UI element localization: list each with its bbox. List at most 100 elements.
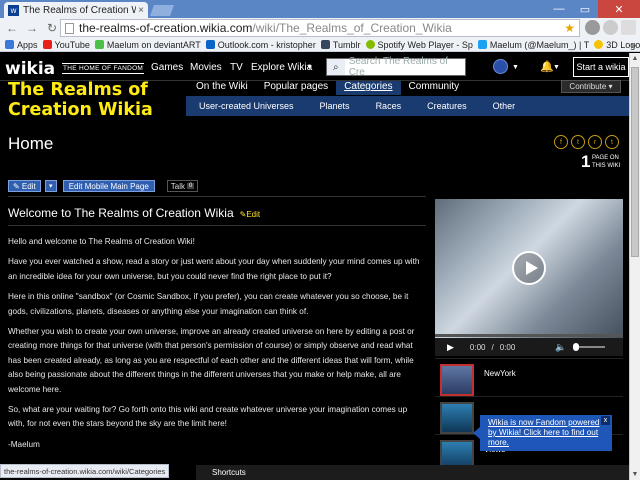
bookmark-youtube[interactable]: YouTube — [42, 40, 90, 50]
wiki-search[interactable]: ⌕ Search The Realms of Cre — [326, 56, 466, 78]
browser-tab[interactable]: w The Realms of Creation Wiki × — [4, 2, 148, 18]
page-scrollbar[interactable]: ▲ ▼ — [629, 53, 640, 480]
bookmark-star-icon[interactable]: ★ — [564, 21, 575, 35]
play-button-icon[interactable]: ▶ — [447, 342, 454, 353]
shortcuts-toolbar[interactable]: Shortcuts — [196, 465, 629, 480]
edit-mobile-main-page-button[interactable]: Edit Mobile Main Page — [62, 180, 155, 192]
back-icon[interactable]: ← — [4, 20, 20, 36]
scroll-down-icon[interactable]: ▼ — [630, 469, 640, 480]
paragraph: Whether you wish to create your own univ… — [8, 327, 415, 394]
notification-pointer — [473, 427, 480, 439]
edit-button[interactable]: ✎ Edit — [8, 180, 41, 192]
edit-dropdown-button[interactable]: ▾ — [44, 180, 57, 192]
status-bar: the-realms-of-creation.wikia.com/wiki/Ca… — [0, 464, 170, 478]
subnav-user-created-universes[interactable]: User-created Universes — [186, 101, 307, 111]
avatar[interactable] — [493, 59, 508, 74]
extension-icon[interactable] — [585, 20, 600, 35]
article-content: Welcome to The Realms of Creation Wikia … — [8, 206, 426, 458]
address-bar[interactable]: the-realms-of-creation.wikia.com/wiki/Th… — [60, 19, 580, 37]
tab-title: The Realms of Creation Wiki — [23, 4, 137, 16]
twitter-icon[interactable]: t — [571, 135, 585, 149]
page-actions: ✎ Edit ▾ Edit Mobile Main Page Talk 0 — [8, 180, 199, 192]
nav-movies[interactable]: Movies — [190, 62, 222, 73]
spotify-icon — [365, 40, 375, 49]
video-current-time: 0:00 — [469, 342, 486, 352]
playlist-item[interactable]: NewYork — [435, 358, 623, 396]
search-input[interactable]: Search The Realms of Cre — [349, 56, 465, 78]
paragraph: Here in this online "sandbox" (or Cosmic… — [8, 292, 409, 316]
bookmark-tumblr[interactable]: Tumblr — [320, 40, 361, 50]
playlist-title[interactable]: NewYork — [484, 369, 516, 378]
facebook-icon[interactable]: f — [554, 135, 568, 149]
talk-count-badge: 0 — [187, 183, 195, 189]
social-share: f t r t — [554, 135, 619, 149]
section-edit-link[interactable]: ✎Edit — [240, 210, 261, 219]
subnav-other[interactable]: Other — [480, 101, 529, 111]
fandom-notification[interactable]: Wikia is now Fandom powered by Wikia! Cl… — [473, 415, 612, 451]
nav-tv[interactable]: TV — [230, 62, 243, 73]
menu-icon[interactable] — [621, 20, 636, 35]
scrollbar-thumb[interactable] — [631, 67, 639, 257]
tab-community[interactable]: Community — [401, 81, 468, 95]
nav-explore-wikia[interactable]: Explore Wikia — [251, 62, 312, 73]
page-count-number: 1 — [581, 152, 591, 171]
forward-icon[interactable]: → — [24, 20, 40, 36]
paragraph: Have you ever watched a show, read a sto… — [8, 257, 420, 281]
video-controls: ▶ 0:00 / 0:00 🔈 — [435, 338, 623, 356]
wikia-logo-tagline: THE HOME OF FANDOM — [62, 63, 145, 74]
nav-games[interactable]: Games — [151, 62, 183, 73]
play-icon[interactable] — [512, 251, 546, 285]
contribute-button[interactable]: Contribute ▾ — [561, 80, 621, 93]
new-tab-button[interactable] — [149, 5, 175, 16]
youtube-icon — [42, 40, 52, 49]
video-player[interactable] — [435, 199, 623, 339]
wiki-name-line1: The Realms of — [8, 80, 148, 100]
search-icon[interactable]: ⌕ — [327, 59, 345, 75]
smiley-icon — [594, 40, 604, 49]
minimize-button[interactable]: — — [546, 0, 572, 18]
maximize-button[interactable]: ▭ — [572, 0, 598, 18]
wikia-logo[interactable]: wikia — [5, 59, 55, 79]
bookmark-spotify[interactable]: Spotify Web Player - Sp — [365, 40, 473, 50]
bookmark-twitter[interactable]: Maelum (@Maelum_) | T — [477, 40, 589, 50]
playlist-thumbnail[interactable] — [440, 402, 474, 434]
video-progress-bar[interactable] — [435, 334, 623, 337]
close-window-button[interactable]: ✕ — [598, 0, 640, 18]
page-count-label: PAGE ON THIS WIKI — [592, 155, 621, 169]
tab-popular-pages[interactable]: Popular pages — [256, 81, 337, 95]
extension-icon[interactable] — [603, 20, 618, 35]
subnav-planets[interactable]: Planets — [307, 101, 363, 111]
notification-text[interactable]: Wikia is now Fandom powered by Wikia! Cl… — [488, 418, 600, 447]
playlist-thumbnail[interactable] — [440, 364, 474, 396]
bookmarks-more-button[interactable]: » — [631, 40, 636, 50]
window-controls: — ▭ ✕ — [546, 0, 640, 18]
chevron-down-icon: ▼ — [306, 64, 313, 71]
bookmark-apps[interactable]: Apps — [5, 40, 38, 50]
bookmark-outlook[interactable]: Outlook.com - kristopher — [205, 40, 316, 50]
start-a-wikia-button[interactable]: Start a wikia — [573, 57, 629, 77]
bookmark-deviantart[interactable]: Maelum on deviantART — [94, 40, 201, 50]
close-icon[interactable]: x — [601, 416, 610, 425]
tab-close-icon[interactable]: × — [138, 5, 144, 16]
scroll-up-icon[interactable]: ▲ — [630, 53, 640, 64]
tab-categories[interactable]: Categories — [336, 81, 401, 95]
volume-slider[interactable] — [572, 343, 605, 351]
subnav-creatures[interactable]: Creatures — [414, 101, 480, 111]
browser-titlebar: w The Realms of Creation Wiki × — ▭ ✕ — [0, 0, 640, 18]
subnav-races[interactable]: Races — [363, 101, 415, 111]
talk-button[interactable]: Talk 0 — [166, 180, 199, 192]
apps-icon — [5, 40, 14, 49]
reload-icon[interactable]: ↻ — [44, 20, 60, 36]
url-host: the-realms-of-creation.wikia.com — [79, 21, 253, 35]
url-path: /wiki/The_Realms_of_Creation_Wikia — [252, 21, 452, 35]
wiki-name[interactable]: The Realms of Creation Wikia — [8, 80, 153, 120]
tab-on-the-wiki[interactable]: On the Wiki — [188, 81, 256, 95]
section-heading-text: Welcome to The Realms of Creation Wikia — [8, 206, 234, 220]
notifications-bell-icon[interactable]: 🔔 — [540, 60, 554, 73]
chevron-down-icon: ▼ — [512, 64, 519, 71]
volume-knob[interactable] — [572, 343, 579, 351]
reddit-icon[interactable]: r — [588, 135, 602, 149]
volume-icon[interactable]: 🔈 — [555, 342, 566, 353]
tumblr-icon[interactable]: t — [605, 135, 619, 149]
shortcuts-label[interactable]: Shortcuts — [212, 468, 246, 477]
